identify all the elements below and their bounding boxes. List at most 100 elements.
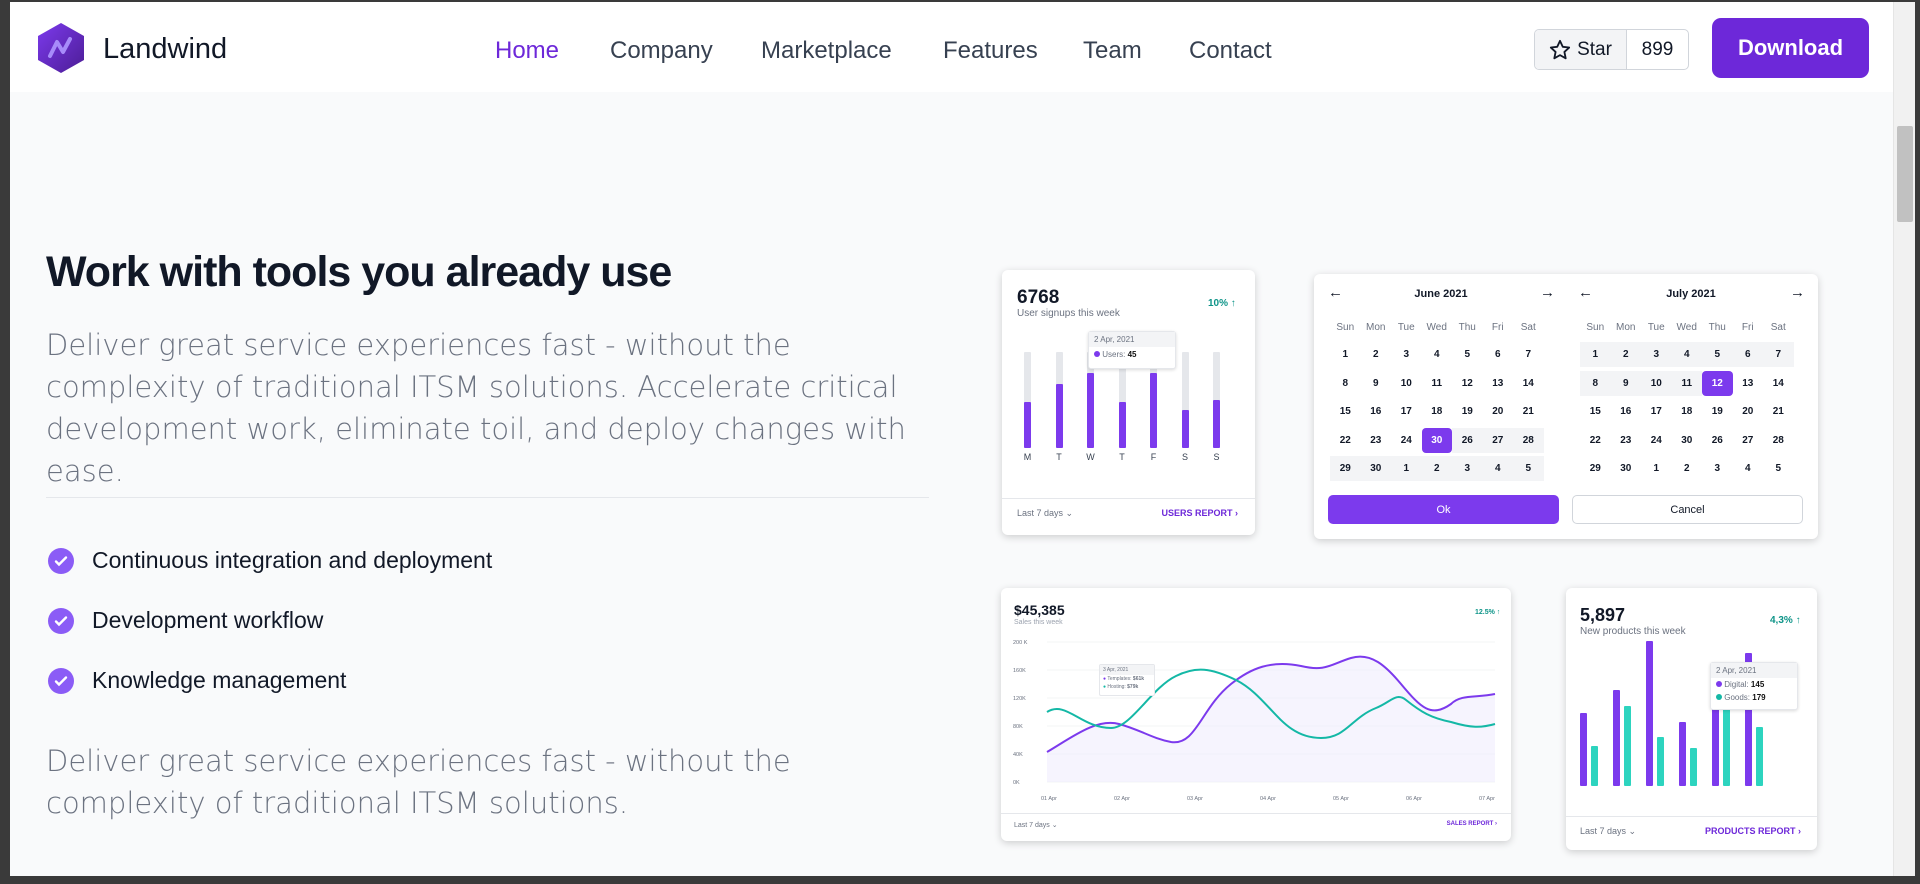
landwind-logo-icon[interactable] <box>36 22 86 74</box>
range-dropdown[interactable]: Last 7 days ⌄ <box>1580 826 1636 837</box>
calendar-day[interactable]: 11 <box>1422 371 1453 396</box>
calendar-day[interactable]: 26 <box>1452 427 1483 453</box>
calendar-day[interactable]: 19 <box>1702 399 1733 424</box>
bar-goods[interactable] <box>1591 746 1598 786</box>
calendar-day[interactable]: 20 <box>1733 399 1764 424</box>
calendar-day[interactable]: 4 <box>1733 456 1764 481</box>
scrollbar-thumb[interactable] <box>1897 126 1913 222</box>
calendar-day[interactable]: 27 <box>1733 428 1764 453</box>
users-report-link[interactable]: USERS REPORT › <box>1161 508 1238 518</box>
bar-digital[interactable] <box>1679 722 1686 786</box>
star-button[interactable]: Star <box>1535 30 1627 69</box>
nav-link-marketplace[interactable]: Marketplace <box>761 37 892 65</box>
calendar-day[interactable]: 4 <box>1671 342 1702 367</box>
calendar-day[interactable]: 5 <box>1513 456 1544 481</box>
calendar-day[interactable]: 16 <box>1611 399 1642 424</box>
calendar-day[interactable]: 11 <box>1671 370 1702 396</box>
calendar-day[interactable]: 7 <box>1513 342 1544 367</box>
calendar-day[interactable]: 23 <box>1361 428 1392 453</box>
calendar-day[interactable]: 23 <box>1611 428 1642 453</box>
calendar-day[interactable]: 24 <box>1641 428 1672 453</box>
sales-report-link[interactable]: SALES REPORT › <box>1447 821 1497 827</box>
calendar-day[interactable]: 5 <box>1763 456 1794 481</box>
calendar-day[interactable]: 28 <box>1513 427 1544 453</box>
download-button[interactable]: Download <box>1712 18 1869 78</box>
nav-link-company[interactable]: Company <box>610 37 713 65</box>
calendar-day[interactable]: 3 <box>1641 342 1672 367</box>
brand-name[interactable]: Landwind <box>103 33 227 66</box>
calendar-day[interactable]: 17 <box>1641 399 1672 424</box>
bar[interactable] <box>1118 401 1126 448</box>
calendar-day[interactable]: 21 <box>1513 399 1544 424</box>
calendar-day[interactable]: 15 <box>1330 399 1361 424</box>
calendar-day[interactable]: 26 <box>1702 428 1733 453</box>
calendar-day[interactable]: 8 <box>1330 371 1361 396</box>
calendar-day[interactable]: 22 <box>1330 428 1361 453</box>
calendar-day[interactable]: 4 <box>1422 342 1453 367</box>
calendar-day[interactable]: 27 <box>1482 427 1513 453</box>
calendar-day[interactable]: 10 <box>1391 371 1422 396</box>
calendar-day[interactable]: 3 <box>1452 456 1483 481</box>
calendar-day[interactable]: 5 <box>1452 342 1483 367</box>
range-dropdown[interactable]: Last 7 days ⌄ <box>1014 821 1058 829</box>
bar[interactable] <box>1181 409 1189 448</box>
bar-digital[interactable] <box>1613 689 1620 786</box>
bar-goods[interactable] <box>1657 737 1664 786</box>
calendar-day[interactable]: 30 <box>1672 428 1703 453</box>
cancel-button[interactable]: Cancel <box>1572 495 1803 524</box>
calendar-day[interactable]: 21 <box>1763 399 1794 424</box>
bar-goods[interactable] <box>1756 726 1763 786</box>
calendar-day[interactable]: 22 <box>1580 428 1611 453</box>
bar[interactable] <box>1055 383 1063 448</box>
calendar-day[interactable]: 2 <box>1421 456 1452 481</box>
calendar-day[interactable]: 16 <box>1361 399 1392 424</box>
calendar-day[interactable]: 29 <box>1330 456 1361 481</box>
calendar-day[interactable]: 2 <box>1672 456 1703 481</box>
ok-button[interactable]: Ok <box>1328 495 1559 524</box>
calendar-day[interactable]: 5 <box>1702 342 1733 367</box>
calendar-day[interactable]: 13 <box>1483 371 1514 396</box>
range-dropdown[interactable]: Last 7 days ⌄ <box>1017 508 1073 519</box>
bar[interactable] <box>1087 373 1094 448</box>
nav-link-home[interactable]: Home <box>495 37 559 65</box>
calendar-day[interactable]: 18 <box>1672 399 1703 424</box>
calendar-day[interactable]: 1 <box>1330 342 1361 367</box>
calendar-day[interactable]: 14 <box>1763 371 1794 396</box>
calendar-day[interactable]: 29 <box>1580 456 1611 481</box>
calendar-day[interactable]: 7 <box>1763 342 1794 367</box>
arrow-right-icon[interactable]: → <box>1540 284 1555 301</box>
calendar-day[interactable]: 13 <box>1733 371 1764 396</box>
bar[interactable] <box>1150 373 1157 448</box>
calendar-day[interactable]: 2 <box>1610 342 1641 367</box>
bar-digital[interactable] <box>1580 713 1587 786</box>
calendar-day[interactable]: 2 <box>1361 342 1392 367</box>
nav-link-contact[interactable]: Contact <box>1189 37 1272 65</box>
calendar-day[interactable]: 6 <box>1732 342 1763 367</box>
calendar-day[interactable]: 24 <box>1391 428 1422 453</box>
calendar-day[interactable]: 19 <box>1452 399 1483 424</box>
calendar-day[interactable]: 30 <box>1611 456 1642 481</box>
bar[interactable] <box>1213 400 1220 448</box>
calendar-day[interactable]: 17 <box>1391 399 1422 424</box>
calendar-day[interactable]: 14 <box>1513 371 1544 396</box>
calendar-day[interactable]: 9 <box>1610 370 1641 396</box>
nav-link-team[interactable]: Team <box>1083 37 1142 65</box>
calendar-day[interactable]: 1 <box>1641 456 1672 481</box>
calendar-day[interactable]: 12 <box>1452 371 1483 396</box>
calendar-day[interactable]: 9 <box>1361 371 1392 396</box>
arrow-right-icon[interactable]: → <box>1790 284 1805 301</box>
calendar-day[interactable]: 1 <box>1391 456 1422 481</box>
calendar-day[interactable]: 6 <box>1483 342 1514 367</box>
calendar-day[interactable]: 30 <box>1421 427 1452 453</box>
calendar-day[interactable]: 28 <box>1763 428 1794 453</box>
calendar-day[interactable]: 8 <box>1580 370 1611 396</box>
star-count[interactable]: 899 <box>1627 30 1688 69</box>
calendar-day[interactable]: 18 <box>1422 399 1453 424</box>
calendar-day[interactable]: 4 <box>1482 456 1513 481</box>
calendar-day[interactable]: 3 <box>1702 456 1733 481</box>
calendar-day[interactable]: 12 <box>1702 370 1733 396</box>
calendar-day[interactable]: 15 <box>1580 399 1611 424</box>
nav-link-features[interactable]: Features <box>943 37 1038 65</box>
bar-goods[interactable] <box>1690 747 1697 786</box>
github-star-button[interactable]: Star 899 <box>1534 29 1689 70</box>
